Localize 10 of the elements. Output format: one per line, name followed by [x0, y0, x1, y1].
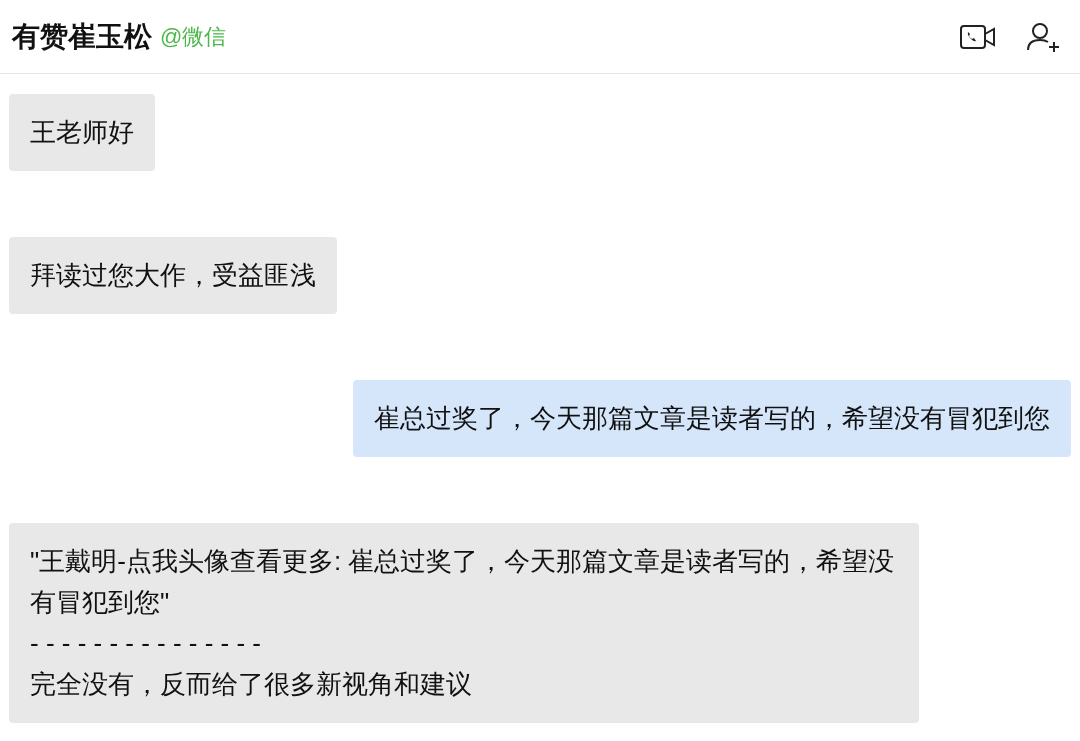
chat-title: 有赞崔玉松: [12, 19, 152, 54]
source-label: @微信: [160, 23, 227, 51]
reply-text: 完全没有，反而给了很多新视角和建议: [30, 668, 473, 701]
add-contact-icon[interactable]: [1026, 21, 1062, 52]
message-bubble: 拜读过您大作，受益匪浅: [9, 237, 337, 314]
separator-text: - - - - - - - - - - - - - - -: [30, 627, 262, 660]
quoted-text: "王戴明-点我头像查看更多: 崔总过奖了，今天那篇文章是读者写的，希望没有冒犯到您": [30, 545, 896, 619]
video-call-icon[interactable]: [960, 23, 996, 50]
message-bubble: 崔总过奖了，今天那篇文章是读者写的，希望没有冒犯到您: [353, 380, 1071, 457]
message-bubble: 王老师好: [9, 94, 155, 171]
